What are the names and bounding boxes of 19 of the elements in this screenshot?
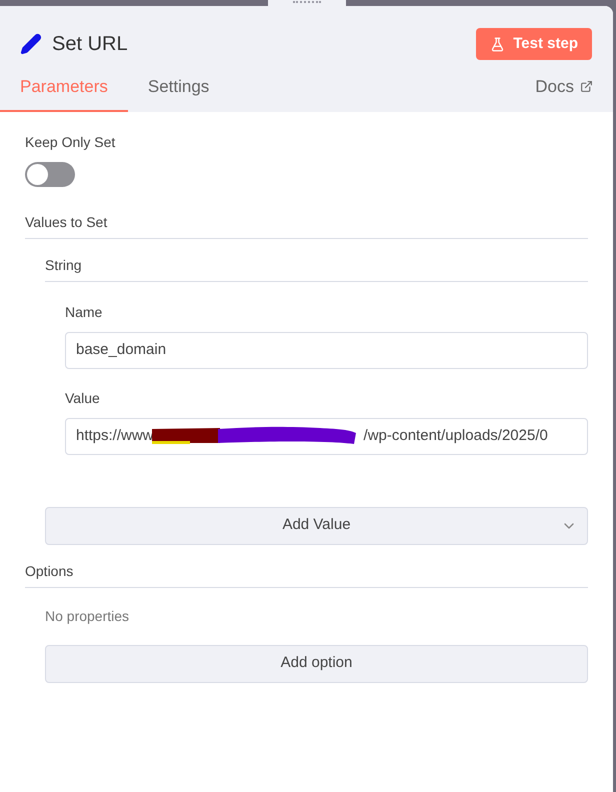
- flask-icon: [490, 36, 506, 52]
- pencil-icon: [20, 33, 42, 55]
- external-link-icon: [580, 80, 593, 94]
- group-title: String: [45, 254, 588, 282]
- node-title: Set URL: [52, 32, 128, 57]
- tab[interactable]: Settings: [128, 74, 230, 112]
- field-label: Value: [65, 388, 101, 408]
- toggle-switch[interactable]: [25, 162, 75, 186]
- drag-handle[interactable]: [268, 0, 346, 8]
- empty-text: No properties: [45, 606, 130, 626]
- text-field[interactable]: https://www /wp-content/uploads/2025/0: [65, 418, 588, 454]
- add-option-button[interactable]: Add option: [45, 644, 588, 682]
- section-title: Values to Set: [25, 212, 588, 238]
- section-title: Options: [25, 560, 588, 588]
- text-field[interactable]: base_domain: [65, 332, 588, 368]
- field-label: Keep Only Set: [25, 132, 116, 152]
- add-value-button[interactable]: Add Value: [45, 506, 588, 544]
- docs-link[interactable]: Docs: [535, 74, 613, 112]
- field-label: Name: [65, 302, 104, 322]
